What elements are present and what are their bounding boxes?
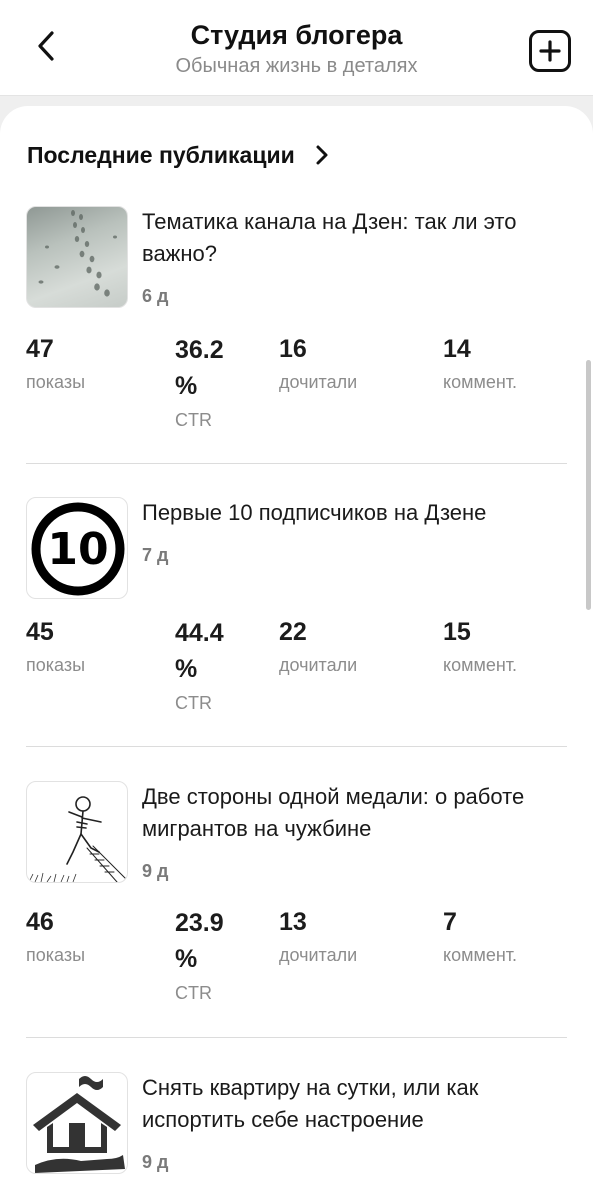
publication-title[interactable]: Первые 10 подписчиков на Дзене — [142, 497, 562, 529]
top-bar: Студия блогера Обычная жизнь в деталях — [0, 0, 593, 96]
publication-age: 6 д — [142, 286, 169, 306]
stat-label: дочитали — [279, 945, 358, 965]
stat-label: показы — [26, 655, 86, 675]
stat-label: коммент. — [443, 372, 518, 392]
stat-label: показы — [26, 945, 86, 965]
stat-value: 36.2 % — [175, 336, 224, 400]
snow-footprints-image — [26, 206, 128, 308]
stat-value: 22 — [279, 618, 307, 646]
stat-label: CTR — [175, 410, 212, 430]
stat-read-through: 13 дочитали — [279, 905, 357, 967]
page-title: Студия блогера — [190, 20, 403, 50]
stat-value: 16 — [279, 335, 307, 363]
stat-value: 44.4 % — [175, 619, 224, 683]
plus-icon — [539, 40, 561, 62]
stat-impressions: 47 показы — [26, 332, 85, 394]
divider — [26, 463, 567, 464]
stat-label: коммент. — [443, 655, 518, 675]
publication-age: 9 д — [142, 1152, 169, 1172]
publication-item[interactable]: Снять квартиру на сутки, или как испорти… — [26, 1072, 567, 1192]
publication-item[interactable]: 10 Первые 10 подписчиков на Дзене 7 д 45… — [26, 497, 567, 727]
stat-value: 47 — [26, 335, 54, 363]
header-titles: Студия блогера Обычная жизнь в деталях — [0, 18, 593, 79]
stat-value: 13 — [279, 908, 307, 936]
recent-publications-link[interactable]: Последние публикации — [27, 141, 329, 169]
publication-item[interactable]: Две стороны одной медали: о работе мигра… — [26, 781, 567, 1011]
stat-read-through: 16 дочитали — [279, 332, 357, 394]
stat-read-through: 22 дочитали — [279, 615, 357, 677]
stat-comments: 15 коммент. — [443, 615, 517, 677]
house-hand-icon — [26, 1072, 128, 1174]
stat-ctr: 36.2 % CTR — [175, 332, 241, 432]
publication-title[interactable]: Тематика канала на Дзен: так ли это важн… — [142, 206, 562, 270]
publication-age: 9 д — [142, 861, 169, 881]
stat-label: дочитали — [279, 655, 358, 675]
stat-comments: 7 коммент. — [443, 905, 517, 967]
chevron-right-icon — [315, 144, 329, 166]
stat-label: CTR — [175, 983, 212, 1003]
stat-label: показы — [26, 372, 86, 392]
number-10-circle-icon: 10 — [26, 497, 128, 599]
scrollbar[interactable] — [586, 360, 591, 610]
stat-ctr: 23.9 % CTR — [175, 905, 241, 1005]
divider — [26, 1037, 567, 1038]
stat-value: 46 — [26, 908, 54, 936]
publication-title[interactable]: Две стороны одной медали: о работе мигра… — [142, 781, 562, 845]
section-title: Последние публикации — [27, 141, 295, 168]
stat-impressions: 46 показы — [26, 905, 85, 967]
publication-age: 7 д — [142, 545, 169, 565]
svg-text:10: 10 — [47, 524, 108, 575]
divider — [26, 746, 567, 747]
stat-label: коммент. — [443, 945, 518, 965]
stat-comments: 14 коммент. — [443, 332, 517, 394]
stat-label: дочитали — [279, 372, 358, 392]
stat-value: 15 — [443, 618, 471, 646]
skeleton-sketch-image — [26, 781, 128, 883]
publication-item[interactable]: Тематика канала на Дзен: так ли это важн… — [26, 206, 567, 436]
publication-title[interactable]: Снять квартиру на сутки, или как испорти… — [142, 1072, 562, 1136]
stat-label: CTR — [175, 693, 212, 713]
stat-value: 45 — [26, 618, 54, 646]
stat-value: 7 — [443, 908, 457, 936]
stat-ctr: 44.4 % CTR — [175, 615, 241, 715]
stat-value: 14 — [443, 335, 471, 363]
stat-value: 23.9 % — [175, 909, 224, 973]
channel-subtitle: Обычная жизнь в деталях — [175, 55, 418, 77]
add-publication-button[interactable] — [529, 30, 571, 72]
stat-impressions: 45 показы — [26, 615, 85, 677]
